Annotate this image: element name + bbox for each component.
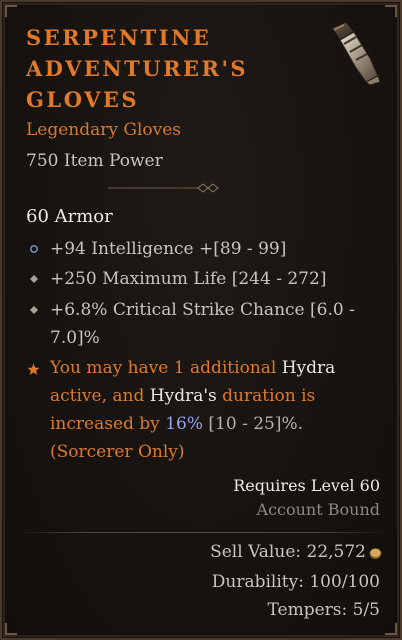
footer-divider xyxy=(14,532,388,533)
item-name-line: Adventurer's xyxy=(26,56,249,81)
aspect-value: 16% xyxy=(165,414,203,434)
star-icon xyxy=(27,363,40,375)
item-tooltip: Serpentine Adventurer's Gloves Legendary… xyxy=(0,0,402,640)
section-divider xyxy=(108,183,219,193)
affix-critical-strike-chance: +6.8% Critical Strike Chance [6.0 - 7.0]… xyxy=(50,296,370,352)
frame-corner xyxy=(5,5,17,17)
gold-coin-icon xyxy=(369,548,382,559)
affix-line: +6.8% Critical Strike Chance [6.0 - xyxy=(50,300,355,320)
item-rarity-type: Legendary Gloves xyxy=(26,120,182,140)
legendary-aspect: You may have 1 additional Hydra active, … xyxy=(50,354,370,466)
binding-status: Account Bound xyxy=(256,500,380,519)
frame-corner xyxy=(385,5,397,17)
item-name: Serpentine Adventurer's Gloves xyxy=(26,22,286,115)
required-level: Requires Level 60 xyxy=(233,476,380,495)
aspect-keyword: Hydra xyxy=(281,358,336,378)
frame-corner xyxy=(5,623,17,635)
diamond-bullet-icon xyxy=(30,275,38,283)
affix-intelligence: +94 Intelligence +[89 - 99] xyxy=(50,239,287,259)
item-name-line: Serpentine xyxy=(26,25,212,50)
aspect-class-restriction: (Sorcerer Only) xyxy=(50,442,185,462)
armor-value: 60 Armor xyxy=(26,206,113,227)
aspect-text: You may have 1 additional xyxy=(50,358,282,378)
sell-value: Sell Value: 22,572 xyxy=(210,542,366,562)
gloves-icon xyxy=(331,21,381,86)
circle-bullet-icon xyxy=(30,245,38,253)
item-power: 750 Item Power xyxy=(26,151,163,171)
affix-line: 7.0]% xyxy=(50,328,100,348)
aspect-range: [10 - 25]%. xyxy=(203,414,304,434)
aspect-text: active, and xyxy=(50,386,150,406)
durability: Durability: 100/100 xyxy=(211,572,380,592)
affix-maximum-life: +250 Maximum Life [244 - 272] xyxy=(50,269,327,289)
frame-corner xyxy=(385,623,397,635)
aspect-keyword: Hydra's xyxy=(149,386,217,406)
tempers: Tempers: 5/5 xyxy=(267,600,380,620)
item-name-line: Gloves xyxy=(26,87,140,112)
diamond-bullet-icon xyxy=(30,306,38,314)
